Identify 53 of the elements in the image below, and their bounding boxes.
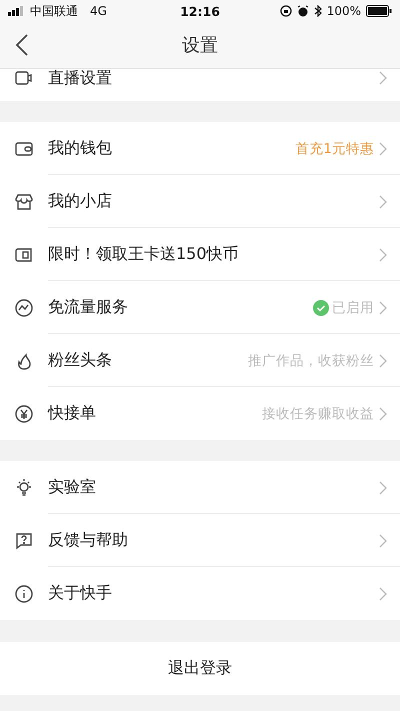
page-title: 设置	[182, 34, 218, 57]
row-note: 接收任务赚取收益	[262, 404, 374, 422]
help-bubble-icon	[14, 530, 34, 550]
chevron-icon	[378, 532, 388, 548]
settings-row[interactable]: 反馈与帮助	[0, 514, 400, 567]
settings-row[interactable]: 直播设置	[0, 69, 400, 101]
info-icon	[14, 584, 34, 604]
battery-percent: 100%	[326, 4, 362, 18]
chevron-icon	[378, 300, 388, 316]
row-note: 推广作品，收获粉丝	[248, 352, 374, 370]
settings-row[interactable]: 粉丝头条 推广作品，收获粉丝	[0, 334, 400, 387]
chevron-icon	[378, 194, 388, 210]
network-type: 4G	[90, 4, 107, 18]
row-label: 限时！领取王卡送150快币	[48, 244, 240, 265]
settings-row[interactable]: 关于快手	[0, 567, 400, 620]
settings-row[interactable]: 限时！领取王卡送150快币	[0, 228, 400, 281]
row-label: 反馈与帮助	[48, 530, 129, 551]
chevron-icon	[378, 406, 388, 422]
chevron-icon	[378, 246, 388, 262]
shop-icon	[14, 192, 34, 212]
status-time: 12:16	[180, 4, 220, 18]
row-label: 我的钱包	[48, 138, 113, 159]
battery-icon	[366, 5, 392, 17]
settings-row[interactable]: 免流量服务 已启用	[0, 281, 400, 334]
chevron-icon	[378, 480, 388, 496]
settings-row[interactable]: 我的小店	[0, 175, 400, 228]
settings-row[interactable]: 快接单 接收任务赚取收益	[0, 387, 400, 440]
bluetooth-icon	[314, 5, 322, 17]
chevron-icon	[378, 140, 388, 156]
chevron-icon	[378, 70, 388, 86]
signal-icon	[8, 6, 26, 16]
settings-row[interactable]: 我的钱包 首充1元特惠	[0, 122, 400, 175]
row-label: 关于快手	[48, 583, 113, 604]
chevron-icon	[378, 586, 388, 602]
row-label: 粉丝头条	[48, 350, 113, 371]
row-label: 直播设置	[48, 68, 113, 88]
row-label: 我的小店	[48, 191, 113, 212]
row-label: 免流量服务	[48, 297, 129, 318]
trend-circle-icon	[14, 298, 34, 318]
light-bulb-icon	[14, 478, 34, 498]
yen-icon	[14, 404, 34, 424]
row-note: 已启用	[332, 298, 374, 316]
row-label: 实验室	[48, 477, 97, 498]
logout-button[interactable]: 退出登录	[0, 642, 400, 695]
settings-row[interactable]: 实验室	[0, 461, 400, 514]
alarm-icon	[296, 5, 309, 17]
row-note: 首充1元特惠	[295, 140, 374, 158]
back-icon	[15, 33, 29, 57]
row-label: 快接单	[48, 403, 97, 424]
check-circle-icon	[313, 300, 329, 316]
rotation-lock-icon	[280, 5, 292, 17]
carrier-name: 中国联通	[30, 2, 78, 20]
chevron-icon	[378, 352, 388, 368]
